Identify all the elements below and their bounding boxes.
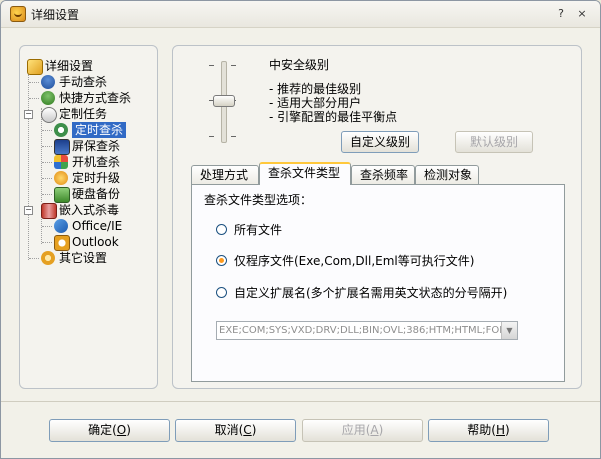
ok-button[interactable]: 确定(O) <box>49 419 170 442</box>
window-title: 详细设置 <box>31 8 80 22</box>
shortcut-user-icon <box>41 91 55 105</box>
cancel-button[interactable]: 取消(C) <box>175 419 296 442</box>
tab-targets[interactable]: 检测对象 <box>415 165 479 184</box>
user-icon <box>41 75 55 89</box>
gear-icon <box>41 251 55 265</box>
tab-file-types[interactable]: 查杀文件类型 <box>259 162 351 185</box>
settings-root-icon <box>27 59 43 75</box>
description-line: - 适用大部分用户 <box>269 96 362 110</box>
monitor-icon <box>54 139 70 155</box>
expander-embedded[interactable]: − <box>24 206 33 215</box>
apply-button[interactable]: 应用(A) <box>302 419 423 442</box>
footer-divider <box>1 401 600 402</box>
description-line: - 引擎配置的最佳平衡点 <box>269 110 398 124</box>
backup-icon <box>54 187 70 203</box>
extensions-combo[interactable]: EXE;COM;SYS;VXD;DRV;DLL;BIN;OVL;386;HTM;… <box>216 321 518 340</box>
embedded-shield-icon <box>41 203 57 219</box>
expander-custom-tasks[interactable]: − <box>24 110 33 119</box>
help-icon[interactable]: ? <box>554 7 568 21</box>
title-bar[interactable]: 详细设置 ? × <box>1 1 600 28</box>
outlook-icon <box>54 235 70 251</box>
timer-icon <box>54 123 68 137</box>
update-icon <box>54 171 68 185</box>
extensions-value: EXE;COM;SYS;VXD;DRV;DLL;BIN;OVL;386;HTM;… <box>219 325 507 336</box>
custom-level-button[interactable]: 自定义级别 <box>341 131 419 153</box>
file-types-page: 查杀文件类型选项： 所有文件 仅程序文件(Exe,Com,Dll,Eml等可执行… <box>191 184 565 382</box>
settings-tree: 详细设置 手动查杀 快捷方式查杀 − 定制任务 定时查杀 屏保查杀 开机查杀 定… <box>19 45 158 389</box>
windows-icon <box>54 155 68 169</box>
security-level-slider-thumb[interactable] <box>213 95 235 107</box>
radio-button[interactable] <box>216 224 227 235</box>
close-icon[interactable]: × <box>575 7 589 21</box>
ie-icon <box>54 219 68 233</box>
tab-frequency[interactable]: 查杀频率 <box>351 165 415 184</box>
security-level-title: 中安全级别 <box>269 58 330 72</box>
default-level-button[interactable]: 默认级别 <box>455 131 533 153</box>
file-types-section-label: 查杀文件类型选项： <box>204 193 313 207</box>
chevron-down-icon[interactable]: ▼ <box>501 322 517 339</box>
description-line: - 推荐的最佳级别 <box>269 82 362 96</box>
settings-window: 详细设置 ? × 详细设置 手动查杀 快捷方式查杀 − 定制任务 定时查杀 屏保… <box>0 0 601 459</box>
security-level-description: - 推荐的最佳级别 - 适用大部分用户 - 引擎配置的最佳平衡点 <box>269 82 397 124</box>
radio-button[interactable] <box>216 255 227 266</box>
radio-button[interactable] <box>216 287 227 298</box>
help-button[interactable]: 帮助(H) <box>428 419 549 442</box>
tab-handling[interactable]: 处理方式 <box>191 165 259 184</box>
clock-icon <box>41 107 57 123</box>
app-icon <box>10 6 26 22</box>
detail-panel: 中安全级别 - 推荐的最佳级别 - 适用大部分用户 - 引擎配置的最佳平衡点 自… <box>172 45 582 389</box>
